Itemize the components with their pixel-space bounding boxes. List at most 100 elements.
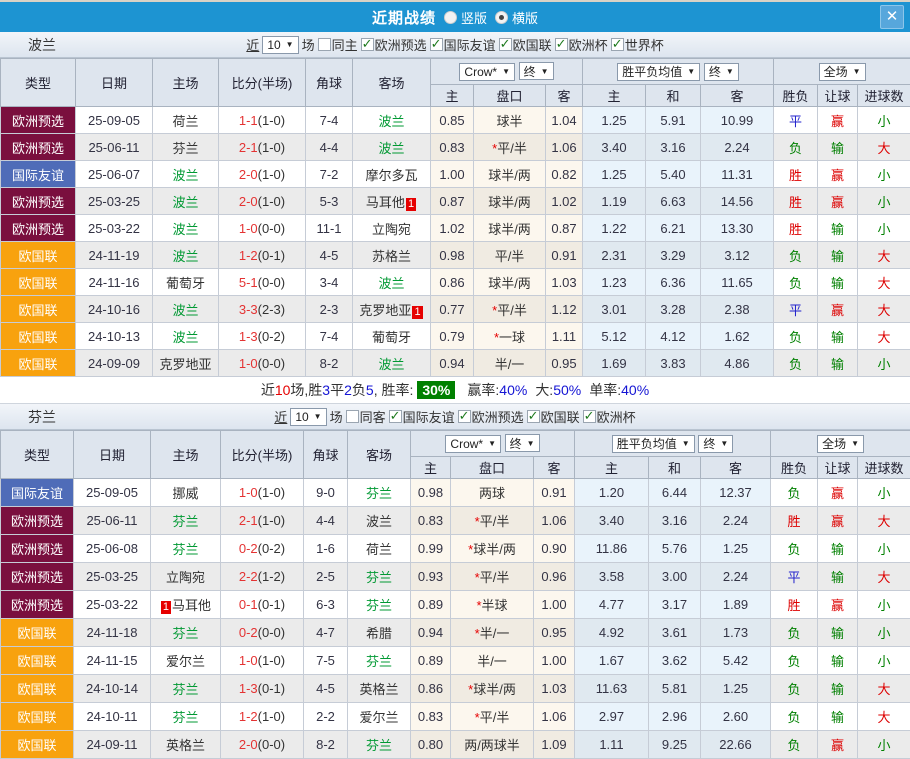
result-cell: 负 — [771, 535, 818, 563]
summary-count: 10 — [275, 382, 291, 398]
goals-result-cell: 大 — [858, 563, 910, 591]
stat-label: 单率: — [589, 382, 621, 398]
fullmatch-select[interactable]: 全场▼ — [819, 63, 866, 81]
competition-filter-2[interactable]: 欧国联 — [499, 35, 552, 54]
fulltime-score: 0-2 — [239, 541, 258, 556]
same-venue-filter[interactable]: 同主 — [318, 35, 358, 54]
odds-source-select[interactable]: Crow*▼ — [445, 435, 501, 453]
avg-away-odds: 5.42 — [701, 647, 771, 675]
away-team: 波兰 — [348, 507, 411, 535]
layout-horizontal-radio[interactable]: 横版 — [495, 8, 538, 27]
halftime-score: (1-0) — [258, 194, 285, 209]
fullmatch-select[interactable]: 全场▼ — [817, 435, 864, 453]
col-header-4: 角球 — [306, 59, 353, 107]
home-team-name: 克罗地亚 — [159, 357, 211, 372]
rank-badge: 1 — [161, 601, 171, 614]
corners: 8-2 — [306, 350, 353, 377]
goals-result-cell: 小 — [858, 731, 910, 759]
match-row: 欧国联 24-11-18 芬兰 0-2(0-0) 4-7 希腊 0.94 *半/… — [1, 619, 910, 647]
summary-text: 近 — [261, 380, 275, 400]
match-date: 25-03-22 — [74, 591, 151, 619]
wdl-mean-select[interactable]: 胜平负均值▼ — [617, 63, 700, 81]
wdl-final-select[interactable]: 终▼ — [698, 435, 733, 453]
odds-final-select[interactable]: 终▼ — [519, 62, 554, 80]
col-header-2: 主场 — [151, 431, 221, 479]
handicap-line: *半球 — [451, 591, 534, 619]
wdl-final-select[interactable]: 终▼ — [704, 63, 739, 81]
corners: 4-5 — [304, 675, 348, 703]
handicap-result-cell: 赢 — [818, 188, 858, 215]
star-marker: * — [476, 598, 481, 613]
competition-filter-0[interactable]: 欧洲预选 — [361, 35, 427, 54]
handicap-home-odds: 0.89 — [411, 647, 451, 675]
sub-col-header-4: 和 — [649, 457, 701, 479]
handicap-line: 球半/两 — [474, 188, 546, 215]
recent-count-select[interactable]: 10▼ — [262, 36, 298, 54]
goals-result-cell: 大 — [858, 703, 910, 731]
score: 1-1(1-0) — [219, 107, 306, 134]
competition-filter-1[interactable]: 欧洲预选 — [458, 407, 524, 426]
handicap-line: 平/半 — [474, 242, 546, 269]
handicap-away-odds: 0.96 — [534, 563, 575, 591]
avg-away-odds: 10.99 — [701, 107, 774, 134]
competition-filter-4[interactable]: 世界杯 — [611, 35, 664, 54]
competition-filter-0[interactable]: 国际友谊 — [389, 407, 455, 426]
avg-draw-odds: 3.28 — [646, 296, 701, 323]
goals-result-cell: 大 — [858, 269, 910, 296]
match-date: 24-10-16 — [76, 296, 153, 323]
odds-final-select[interactable]: 终▼ — [505, 434, 540, 452]
home-team: 爱尔兰 — [151, 647, 221, 675]
match-type: 欧国联 — [1, 619, 74, 647]
competition-filter-3[interactable]: 欧洲杯 — [555, 35, 608, 54]
result-cell: 负 — [771, 619, 818, 647]
handicap-line: 球半/两 — [474, 269, 546, 296]
goals-result-cell: 小 — [858, 350, 910, 377]
corners: 4-4 — [306, 134, 353, 161]
summary-stat-0: 赢率:40% — [467, 380, 527, 400]
layout-vertical-radio[interactable]: 竖版 — [444, 8, 487, 27]
match-type: 国际友谊 — [1, 161, 76, 188]
result-cell: 平 — [771, 563, 818, 591]
away-team-name: 马耳他 — [366, 195, 405, 210]
close-button[interactable]: ✕ — [880, 5, 904, 29]
away-team-name: 波兰 — [378, 114, 404, 129]
handicap-away-odds: 1.04 — [546, 107, 583, 134]
competition-filter-2[interactable]: 欧国联 — [527, 407, 580, 426]
fulltime-score: 1-0 — [239, 485, 258, 500]
col-header-3: 比分(半场) — [219, 59, 306, 107]
avg-home-odds: 3.01 — [583, 296, 646, 323]
handicap-away-odds: 1.06 — [534, 703, 575, 731]
avg-home-odds: 1.20 — [575, 479, 649, 507]
match-row: 欧洲预选 25-06-08 芬兰 0-2(0-2) 1-6 荷兰 0.99 *球… — [1, 535, 910, 563]
home-team-name: 芬兰 — [172, 514, 198, 529]
chevron-down-icon: ▼ — [541, 67, 549, 76]
recent-count-select[interactable]: 10▼ — [290, 408, 326, 426]
recent-unit-label: 场 — [302, 35, 315, 54]
checkbox-checked-icon — [583, 410, 596, 423]
avg-draw-odds: 6.36 — [646, 269, 701, 296]
recent-label: 近 — [246, 35, 259, 54]
avg-home-odds: 3.58 — [575, 563, 649, 591]
handicap-result-cell: 输 — [818, 323, 858, 350]
same-venue-filter[interactable]: 同客 — [346, 407, 386, 426]
competition-filter-3[interactable]: 欧洲杯 — [583, 407, 636, 426]
match-type: 欧洲预选 — [1, 507, 74, 535]
handicap-result-cell: 赢 — [818, 507, 858, 535]
competition-filter-1[interactable]: 国际友谊 — [430, 35, 496, 54]
goals-result-cell: 小 — [858, 535, 910, 563]
avg-away-odds: 1.62 — [701, 323, 774, 350]
wdl-mean-select[interactable]: 胜平负均值▼ — [612, 435, 695, 453]
odds-source-select[interactable]: Crow*▼ — [459, 63, 515, 81]
away-team: 克罗地亚1 — [353, 296, 431, 323]
handicap-away-odds: 1.00 — [534, 647, 575, 675]
checkbox-checked-icon — [430, 38, 443, 51]
star-marker: * — [492, 141, 497, 156]
corners: 4-4 — [304, 507, 348, 535]
halftime-score: (0-0) — [258, 356, 285, 371]
away-team: 英格兰 — [348, 675, 411, 703]
halftime-score: (0-0) — [258, 737, 285, 752]
away-team-name: 波兰 — [378, 141, 404, 156]
avg-home-odds: 1.25 — [583, 107, 646, 134]
result-cell: 负 — [774, 350, 818, 377]
avg-home-odds: 3.40 — [583, 134, 646, 161]
